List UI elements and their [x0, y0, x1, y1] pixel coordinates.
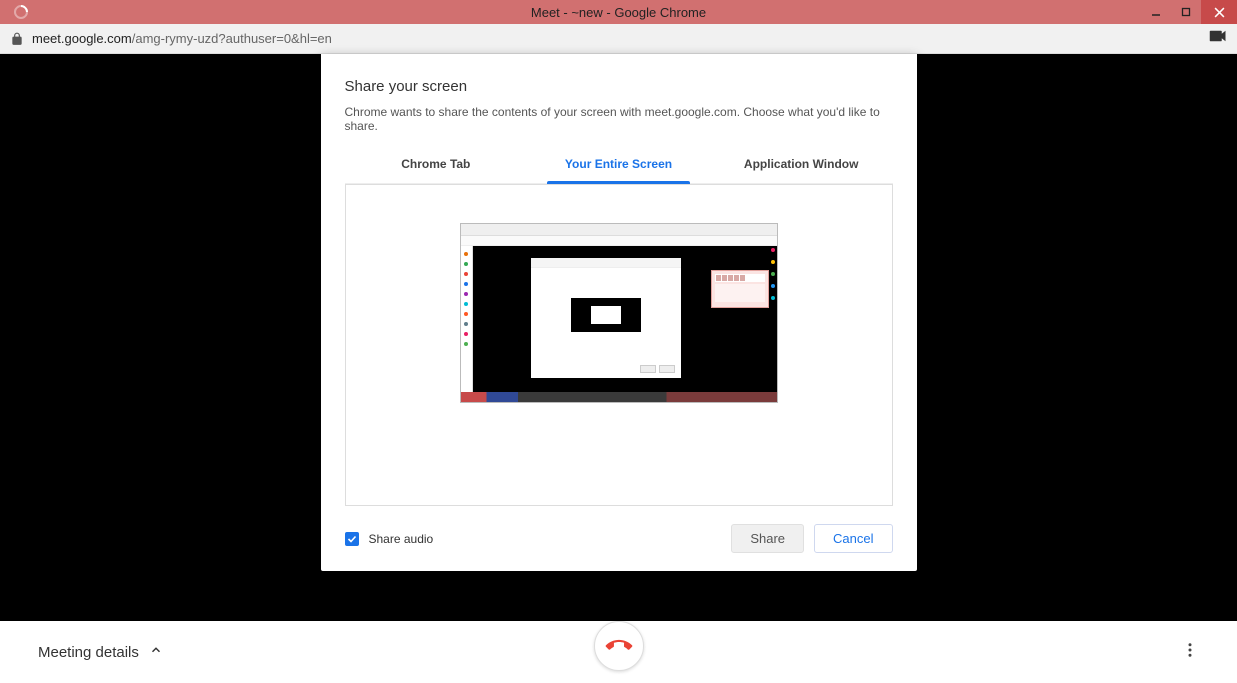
window-titlebar: Meet - ~new - Google Chrome: [0, 0, 1237, 24]
phone-icon: [600, 628, 637, 665]
lock-icon: [10, 32, 24, 46]
camera-icon[interactable]: [1209, 29, 1227, 48]
dialog-description: Chrome wants to share the contents of yo…: [345, 105, 893, 133]
meet-bottom-bar: Meeting details: [0, 621, 1237, 683]
more-options-button[interactable]: [1181, 641, 1199, 664]
window-minimize-button[interactable]: [1141, 0, 1171, 24]
more-vert-icon: [1181, 641, 1199, 659]
tab-application-window[interactable]: Application Window: [710, 147, 893, 183]
share-audio-checkbox[interactable]: Share audio: [345, 532, 434, 546]
loading-spinner-icon: [11, 2, 31, 22]
share-screen-dialog: Share your screen Chrome wants to share …: [321, 54, 917, 571]
window-maximize-button[interactable]: [1171, 0, 1201, 24]
share-audio-label: Share audio: [369, 532, 434, 546]
tab-entire-screen[interactable]: Your Entire Screen: [527, 147, 710, 183]
dialog-footer: Share audio Share Cancel: [345, 524, 893, 553]
cancel-button[interactable]: Cancel: [814, 524, 892, 553]
window-title: Meet - ~new - Google Chrome: [531, 5, 706, 20]
window-close-button[interactable]: [1201, 0, 1237, 24]
screen-preview-thumbnail[interactable]: [460, 223, 778, 403]
dialog-tabs: Chrome Tab Your Entire Screen Applicatio…: [345, 147, 893, 184]
dialog-title: Share your screen: [345, 78, 893, 95]
url-text[interactable]: meet.google.com/amg-rymy-uzd?authuser=0&…: [32, 31, 332, 46]
address-bar: meet.google.com/amg-rymy-uzd?authuser=0&…: [0, 24, 1237, 54]
page-content: Share your screen Chrome wants to share …: [0, 54, 1237, 683]
screen-preview-area: [345, 184, 893, 506]
share-button[interactable]: Share: [731, 524, 804, 553]
meeting-details-button[interactable]: Meeting details: [38, 643, 163, 661]
meeting-details-label: Meeting details: [38, 644, 139, 661]
hangup-button[interactable]: [594, 621, 644, 671]
chevron-up-icon: [149, 643, 163, 661]
tab-chrome-tab[interactable]: Chrome Tab: [345, 147, 528, 183]
checkbox-icon: [345, 532, 359, 546]
